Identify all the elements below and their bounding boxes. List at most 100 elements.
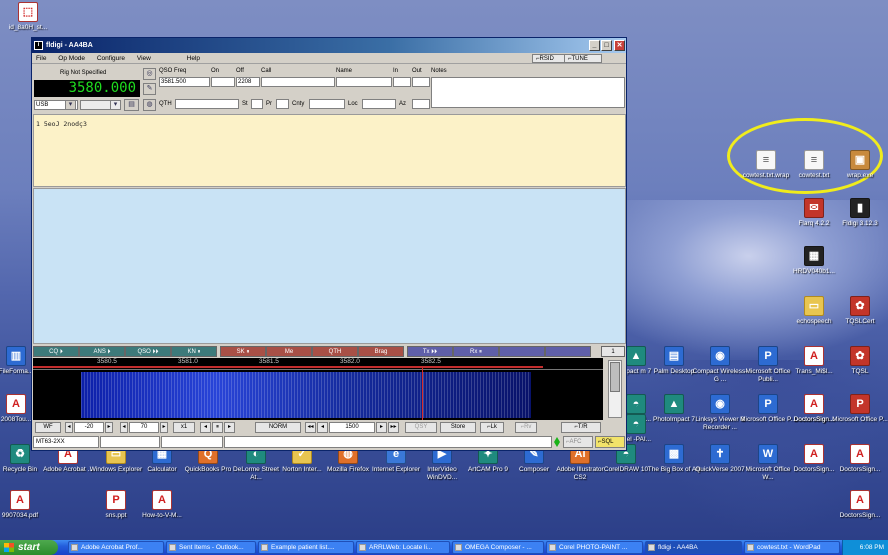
range-down-icon[interactable]: ◂ (120, 422, 128, 433)
afc-button[interactable]: ⌐AFC (563, 436, 593, 448)
rewind-icon[interactable]: ◂ (200, 422, 211, 433)
desktop-icon-label: DoctorsSign... (839, 466, 881, 473)
store-button[interactable]: Store (440, 422, 476, 433)
close-icon[interactable]: ✕ (614, 40, 625, 51)
fldigi-window[interactable]: i fldigi - AA4BA _ □ ✕ File Op Mode Conf… (31, 37, 627, 451)
macro-button[interactable]: QTH (312, 346, 358, 357)
range-up-icon[interactable]: ▸ (160, 422, 168, 433)
fast-forward-icon[interactable]: ▸▸ (388, 422, 399, 433)
desktop-icon[interactable]: A DoctorsSign... (832, 490, 888, 520)
minimize-icon[interactable]: _ (589, 40, 600, 51)
country-field[interactable] (309, 99, 345, 109)
menu-configure[interactable]: Configure (97, 53, 125, 64)
desktop-icon[interactable]: A 9907034.pdf (0, 490, 48, 520)
desktop-icon[interactable]: A DoctorsSign... (832, 444, 888, 474)
desktop-icon[interactable]: A Trans_Mi$l... (786, 346, 842, 376)
taskbar-button-label: Corel PHOTO-PAINT ... (559, 544, 628, 551)
range-field[interactable]: 70 (129, 422, 159, 433)
back-icon[interactable]: ◂ (317, 422, 328, 433)
fast-back-icon[interactable]: ◂◂ (305, 422, 316, 433)
desktop-icon[interactable]: ✿ TQSLCert (832, 296, 888, 326)
desktop-icon[interactable]: A How-to-V-M... (134, 490, 190, 520)
reverse-button[interactable]: ⌐Rv (515, 422, 537, 433)
pencil-icon[interactable]: ✎ (143, 83, 156, 95)
macro-button[interactable]: Rx ⏸ (453, 346, 499, 357)
macro-button[interactable]: ANS ⏵ (79, 346, 125, 357)
macro-button[interactable]: Tx ⏵⏵ (407, 346, 453, 357)
rst-in-field[interactable] (393, 77, 411, 87)
signal-level-scrollbar[interactable] (604, 358, 626, 420)
speed-button[interactable]: NORM (255, 422, 301, 433)
macro-button[interactable]: Me (266, 346, 312, 357)
ref-down-icon[interactable]: ◂ (65, 422, 73, 433)
taskbar-button[interactable]: fldigi - AA4BA (645, 541, 742, 554)
waterfall[interactable]: 3580.5 3581.0 3581.5 3582.0 3582.5 (33, 358, 603, 420)
notes-field[interactable] (431, 77, 625, 108)
lock-button[interactable]: ⌐Lk (480, 422, 504, 433)
taskbar-button[interactable]: ARRLWeb: Locate li... (356, 541, 450, 554)
dark-file-icon: ▦ (804, 246, 824, 266)
rsid-button[interactable]: ⌐RSID (532, 54, 568, 63)
name-field[interactable] (336, 77, 392, 87)
play-icon[interactable]: ▸ (224, 422, 235, 433)
forward-icon[interactable]: ▸ (376, 422, 387, 433)
state-field[interactable] (251, 99, 263, 109)
receive-text-pane[interactable]: 1 5eoJ 2nodç3 (33, 114, 626, 187)
macro-button[interactable]: Brag (358, 346, 404, 357)
qsy-button[interactable]: QSY (405, 422, 437, 433)
macro-button[interactable]: KN ⏸ (171, 346, 217, 357)
ref-up-icon[interactable]: ▸ (105, 422, 113, 433)
macro-button[interactable] (545, 346, 591, 357)
qth-field[interactable] (175, 99, 239, 109)
wf-mode-button[interactable]: WF (35, 422, 61, 433)
macro-page-button[interactable]: 1 (601, 346, 625, 357)
tr-button[interactable]: ⌐T/R (561, 422, 601, 433)
desktop-icon[interactable]: ▦ HRDV040b1... (786, 246, 842, 276)
bandwidth-chevron-icon[interactable]: ▾ (110, 100, 121, 110)
mode-status[interactable]: MT63-2XX (33, 436, 99, 448)
frequency-display[interactable]: 3580.000 (34, 80, 140, 97)
desktop-icon[interactable]: ▮ Fldigi 3.12.3 (832, 198, 888, 228)
menu-view[interactable]: View (137, 53, 151, 64)
desktop-icon-label: Fldigi 3.12.3 (842, 220, 878, 227)
macro-button[interactable]: SK ⏸ (220, 346, 266, 357)
title-bar[interactable]: i fldigi - AA4BA _ □ ✕ (32, 38, 626, 53)
taskbar-button[interactable]: Corel PHOTO-PAINT ... (546, 541, 643, 554)
rst-out-field[interactable] (412, 77, 430, 87)
transmit-text-pane[interactable] (33, 188, 626, 344)
globe-icon[interactable]: ◍ (143, 99, 156, 111)
chevron-down-icon[interactable]: ▾ (65, 100, 76, 110)
start-button[interactable]: start (0, 540, 58, 555)
desktop-icon[interactable]: ⬚ id_8a0H_st... (0, 2, 56, 32)
log-icon[interactable]: ▤ (124, 99, 139, 111)
province-field[interactable] (276, 99, 289, 109)
pause-icon[interactable]: ⏸ (212, 422, 223, 433)
azimuth-field[interactable] (412, 99, 430, 109)
call-field[interactable] (261, 77, 335, 87)
taskbar-button[interactable]: cowtest.txt - WordPad (744, 541, 840, 554)
menu-help[interactable]: Help (187, 53, 200, 64)
zoom-button[interactable]: x1 (173, 422, 195, 433)
taskbar-button[interactable]: OMEGA Composer - ... (452, 541, 544, 554)
taskbar-button[interactable]: Adobe Acrobat Prof... (68, 541, 164, 554)
menu-op-mode[interactable]: Op Mode (58, 53, 85, 64)
desktop-icon[interactable]: ▣ wrap.exe (832, 150, 888, 180)
desktop-icon[interactable]: A DoctorsSign... (786, 394, 842, 424)
menu-file[interactable]: File (36, 53, 46, 64)
taskbar-button[interactable]: Sent Items - Outlook... (166, 541, 256, 554)
tune-button[interactable]: ⌐TUNE (564, 54, 602, 63)
macro-button[interactable]: CQ ⏵ (33, 346, 79, 357)
macro-button[interactable]: QSO ⏵⏵ (125, 346, 171, 357)
sql-button[interactable]: ⌐SQL (595, 436, 625, 448)
off-time-field[interactable]: 2208 (236, 77, 260, 87)
on-time-field[interactable] (211, 77, 235, 87)
locator-field[interactable] (362, 99, 396, 109)
macro-button[interactable] (499, 346, 545, 357)
maximize-icon[interactable]: □ (601, 40, 612, 51)
carrier-freq-field[interactable]: 1500 (329, 422, 375, 433)
ref-level-field[interactable]: -20 (74, 422, 104, 433)
frequency-cursor[interactable] (422, 368, 423, 420)
rig-icon[interactable]: ◎ (143, 68, 156, 80)
taskbar-button[interactable]: Example patient list.... (258, 541, 354, 554)
qso-freq-field[interactable]: 3581.500 (159, 77, 210, 87)
